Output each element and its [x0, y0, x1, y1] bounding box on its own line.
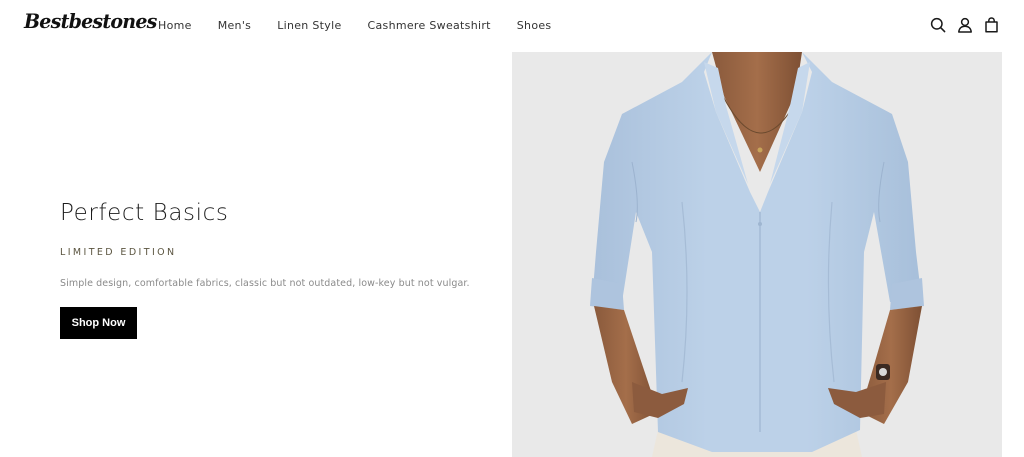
hero-description: Simple design, comfortable fabrics, clas… [60, 278, 470, 289]
main-nav: Home Men's Linen Style Cashmere Sweatshi… [158, 19, 577, 32]
brand-logo[interactable]: Bestbestones [24, 9, 157, 33]
hero-image[interactable] [512, 52, 1002, 457]
nav-item-mens[interactable]: Men's [218, 19, 252, 32]
hero-text-panel: Perfect Basics LIMITED EDITION Simple de… [0, 52, 512, 457]
site-header: Bestbestones Home Men's Linen Style Cash… [0, 0, 1024, 52]
hero-tagline: LIMITED EDITION [60, 247, 177, 258]
header-actions [929, 15, 1000, 35]
nav-item-shoes[interactable]: Shoes [517, 19, 552, 32]
nav-item-cashmere-sweatshirt[interactable]: Cashmere Sweatshirt [368, 19, 491, 32]
hero-title: Perfect Basics [60, 200, 229, 226]
shop-now-button[interactable]: Shop Now [60, 307, 137, 339]
nav-item-linen-style[interactable]: Linen Style [277, 19, 341, 32]
account-icon[interactable] [956, 15, 973, 35]
cart-icon[interactable] [983, 15, 1000, 35]
nav-item-home[interactable]: Home [158, 19, 192, 32]
search-icon[interactable] [929, 15, 946, 35]
